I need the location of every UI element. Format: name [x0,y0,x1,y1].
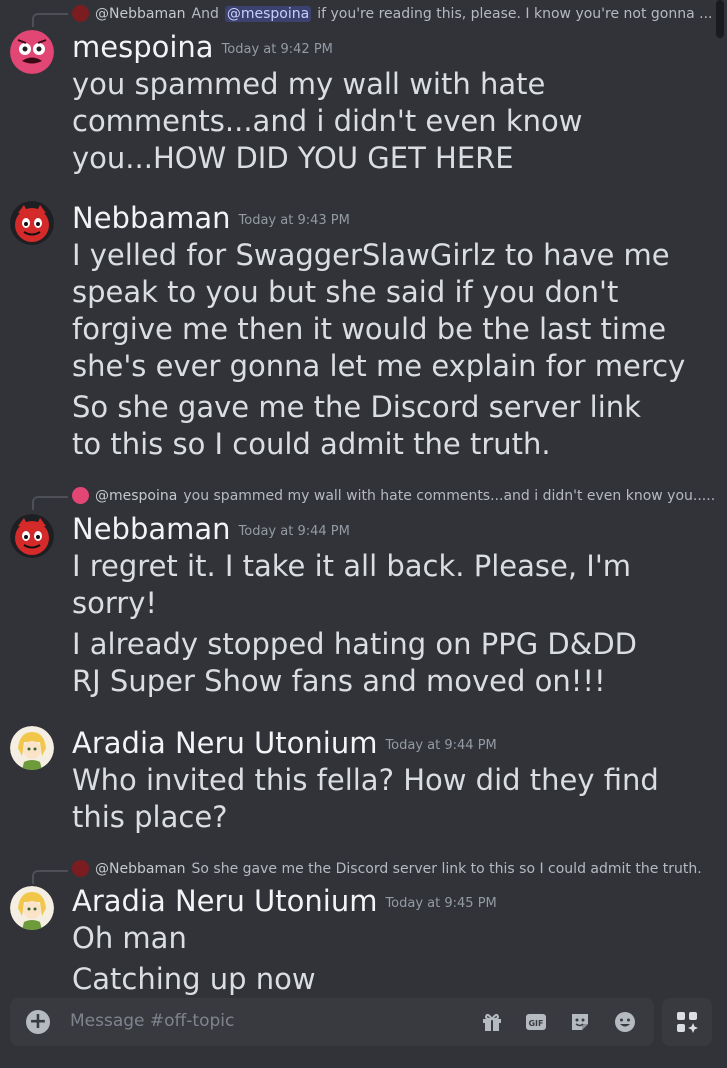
avatar-aradia[interactable] [10,726,54,770]
timestamp: Today at 9:42 PM [221,41,333,57]
message-content: Catching up now [72,961,692,998]
app-launcher-button[interactable] [662,998,712,1046]
gif-icon[interactable]: GIF [524,1010,548,1034]
author-name[interactable]: Aradia Neru Utonium Today at 9:45 PM [72,884,497,918]
reply-avatar-nebbaman [72,860,89,877]
message-line: I yelled for SwaggerSlawGirlz to have me [72,238,670,272]
reply-preview[interactable]: @Nebbaman So she gave me the Discord ser… [72,860,702,877]
message-group: @mespoina you spammed my wall with hate … [0,485,715,710]
message-content: So she gave me the Discord server link t… [72,389,692,463]
author-name[interactable]: Nebbaman Today at 9:44 PM [72,512,350,546]
reply-pre: And [191,5,219,22]
timestamp: Today at 9:45 PM [385,895,497,911]
message-content: I regret it. I take it all back. Please,… [72,548,692,622]
message-composer[interactable]: + Message #off-topic GIF [10,998,654,1046]
svg-text:GIF: GIF [528,1019,543,1028]
timestamp: Today at 9:44 PM [238,523,350,539]
timestamp: Today at 9:43 PM [238,212,350,228]
reply-avatar-mespoina [72,487,89,504]
message-line: I regret it. I take it all back. Please,… [72,549,632,583]
reply-text: So she gave me the Discord server link t… [191,860,702,877]
message-content: I yelled for SwaggerSlawGirlz to have me… [72,237,692,385]
message-line: forgive me then it would be the last tim… [72,312,667,346]
message-group: Aradia Neru Utonium Today at 9:44 PM Who … [0,722,715,842]
message-list: @Nebbaman And @mespoina if you're readin… [0,0,727,1000]
message-line: to this so I could admit the truth. [72,427,551,461]
emoji-icon[interactable] [613,1010,637,1034]
reply-author[interactable]: @Nebbaman [95,861,186,877]
message-content: Oh man [72,920,692,957]
message-line: I already stopped hating on PPG D&DD [72,627,637,661]
message-input[interactable]: Message #off-topic [70,1011,234,1031]
message-line: you spammed my wall with hate [72,67,546,101]
message-line: So she gave me the Discord server link [72,390,641,424]
author-label[interactable]: mespoina [72,30,214,64]
author-name[interactable]: mespoina Today at 9:42 PM [72,30,333,64]
author-name[interactable]: Nebbaman Today at 9:43 PM [72,201,350,235]
message-content: Who invited this fella? How did they fin… [72,762,692,836]
author-label[interactable]: Nebbaman [72,201,231,235]
reply-text: you spammed my wall with hate comments..… [183,487,716,504]
author-label[interactable]: Nebbaman [72,512,231,546]
message-group: Nebbaman Today at 9:43 PM I yelled for Sw… [0,195,715,470]
author-label[interactable]: Aradia Neru Utonium [72,884,377,918]
message-line: RJ Super Show fans and moved on!!! [72,664,606,698]
reply-author[interactable]: @mespoina [95,488,177,504]
author-label[interactable]: Aradia Neru Utonium [72,726,377,760]
timestamp: Today at 9:44 PM [385,737,497,753]
message-line: speak to you but she said if you don't [72,275,619,309]
reply-spine [32,870,68,884]
message-line: sorry! [72,586,157,620]
message-group: @Nebbaman And @mespoina if you're readin… [0,0,715,180]
scrollbar[interactable] [716,0,724,38]
avatar-nebbaman[interactable] [10,201,54,245]
author-name[interactable]: Aradia Neru Utonium Today at 9:44 PM [72,726,497,760]
gift-icon[interactable] [480,1010,504,1034]
message-content: you spammed my wall with hate comments..… [72,66,692,177]
sticker-icon[interactable] [568,1010,592,1034]
apps-icon[interactable] [675,1010,699,1034]
reply-spine [32,496,68,510]
reply-preview[interactable]: @Nebbaman And @mespoina if you're readin… [72,5,713,22]
message-line: Oh man [72,921,187,955]
reply-author[interactable]: @Nebbaman [95,6,186,22]
reply-spine [32,13,68,27]
message-content: I already stopped hating on PPG D&DD RJ … [72,626,692,700]
reply-preview[interactable]: @mespoina you spammed my wall with hate … [72,487,715,504]
message-group: @Nebbaman So she gave me the Discord ser… [0,856,715,1000]
message-line: Who invited this fella? How did they fin… [72,763,659,797]
avatar-nebbaman[interactable] [10,514,54,558]
message-line: this place? [72,800,228,834]
reply-text: if you're reading this, please. I know y… [317,5,713,22]
reply-avatar-nebbaman [72,5,89,22]
avatar-aradia[interactable] [10,886,54,930]
message-line: comments...and i didn't even know [72,104,583,138]
mention[interactable]: @mespoina [224,5,312,22]
message-line: you...HOW DID YOU GET HERE [72,141,514,175]
avatar-mespoina[interactable] [10,30,54,74]
plus-circle-icon[interactable]: + [26,1010,50,1034]
message-line: she's ever gonna let me explain for merc… [72,349,686,383]
message-line: Catching up now [72,962,316,996]
